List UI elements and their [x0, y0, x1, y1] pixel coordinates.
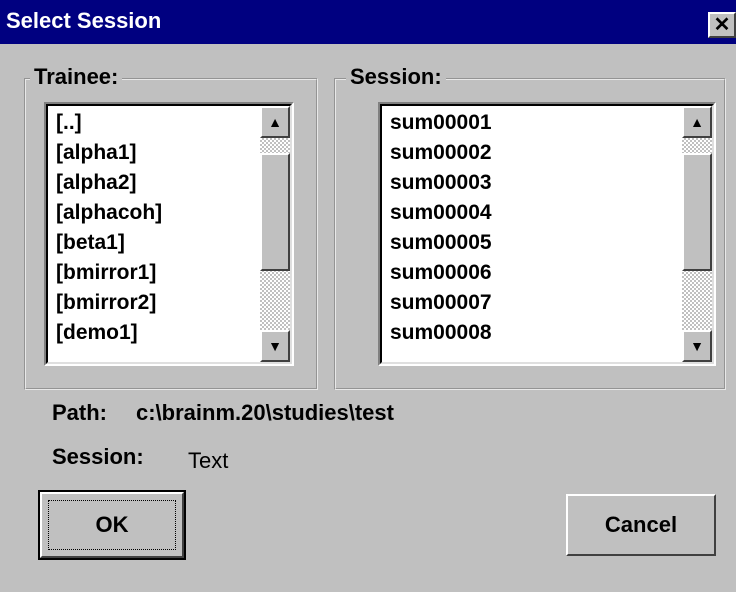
- session-scrollbar[interactable]: ▲ ▼: [682, 106, 712, 362]
- scroll-thumb[interactable]: [682, 152, 712, 271]
- down-arrow-icon: ▼: [690, 338, 704, 354]
- session-list: sum00001 sum00002 sum00003 sum00004 sum00005…: [390, 108, 492, 348]
- list-item[interactable]: sum00005: [390, 228, 492, 258]
- path-label: Path:: [52, 400, 107, 425]
- close-button[interactable]: ✕: [708, 12, 736, 38]
- list-item[interactable]: sum00004: [390, 198, 492, 228]
- path-value: c:\brainm.20\studies\test: [136, 400, 394, 425]
- list-item[interactable]: [beta1]: [56, 228, 162, 258]
- cancel-button[interactable]: Cancel: [566, 494, 716, 556]
- list-item[interactable]: sum00002: [390, 138, 492, 168]
- list-item[interactable]: sum00008: [390, 318, 492, 348]
- close-icon: ✕: [713, 14, 731, 36]
- trainee-legend: Trainee:: [30, 64, 123, 90]
- title-bar[interactable]: Select Session ✕: [0, 0, 736, 44]
- cancel-button-label: Cancel: [604, 512, 678, 537]
- session-value: Text: [188, 448, 229, 473]
- list-item[interactable]: sum00003: [390, 168, 492, 198]
- session-legend: Session:: [346, 64, 446, 90]
- list-item[interactable]: [bmirror2]: [56, 288, 162, 318]
- down-arrow-icon: ▼: [268, 338, 282, 354]
- scroll-up-button[interactable]: ▲: [260, 106, 290, 138]
- list-item[interactable]: [alphacoh]: [56, 198, 162, 228]
- scroll-down-button[interactable]: ▼: [682, 330, 712, 362]
- up-arrow-icon: ▲: [268, 114, 282, 130]
- list-item[interactable]: [..]: [56, 108, 162, 138]
- list-item[interactable]: sum00006: [390, 258, 492, 288]
- session-label: Session:: [52, 444, 144, 469]
- list-item[interactable]: [alpha1]: [56, 138, 162, 168]
- list-item[interactable]: [alpha2]: [56, 168, 162, 198]
- scroll-down-button[interactable]: ▼: [260, 330, 290, 362]
- list-item[interactable]: sum00001: [390, 108, 492, 138]
- up-arrow-icon: ▲: [690, 114, 704, 130]
- list-item[interactable]: [bmirror1]: [56, 258, 162, 288]
- session-listbox[interactable]: sum00001 sum00002 sum00003 sum00004 sum00005…: [378, 102, 716, 366]
- trainee-scrollbar[interactable]: ▲ ▼: [260, 106, 290, 362]
- list-item[interactable]: sum00007: [390, 288, 492, 318]
- list-item[interactable]: [demo1]: [56, 318, 162, 348]
- scroll-thumb[interactable]: [260, 152, 290, 271]
- scroll-up-button[interactable]: ▲: [682, 106, 712, 138]
- ok-button[interactable]: OK: [38, 490, 186, 560]
- window-title: Select Session: [6, 8, 162, 33]
- trainee-listbox[interactable]: [..] [alpha1] [alpha2] [alphacoh] [beta1] [bm…: [44, 102, 294, 366]
- trainee-list: [..] [alpha1] [alpha2] [alphacoh] [beta1] [bm…: [56, 108, 162, 348]
